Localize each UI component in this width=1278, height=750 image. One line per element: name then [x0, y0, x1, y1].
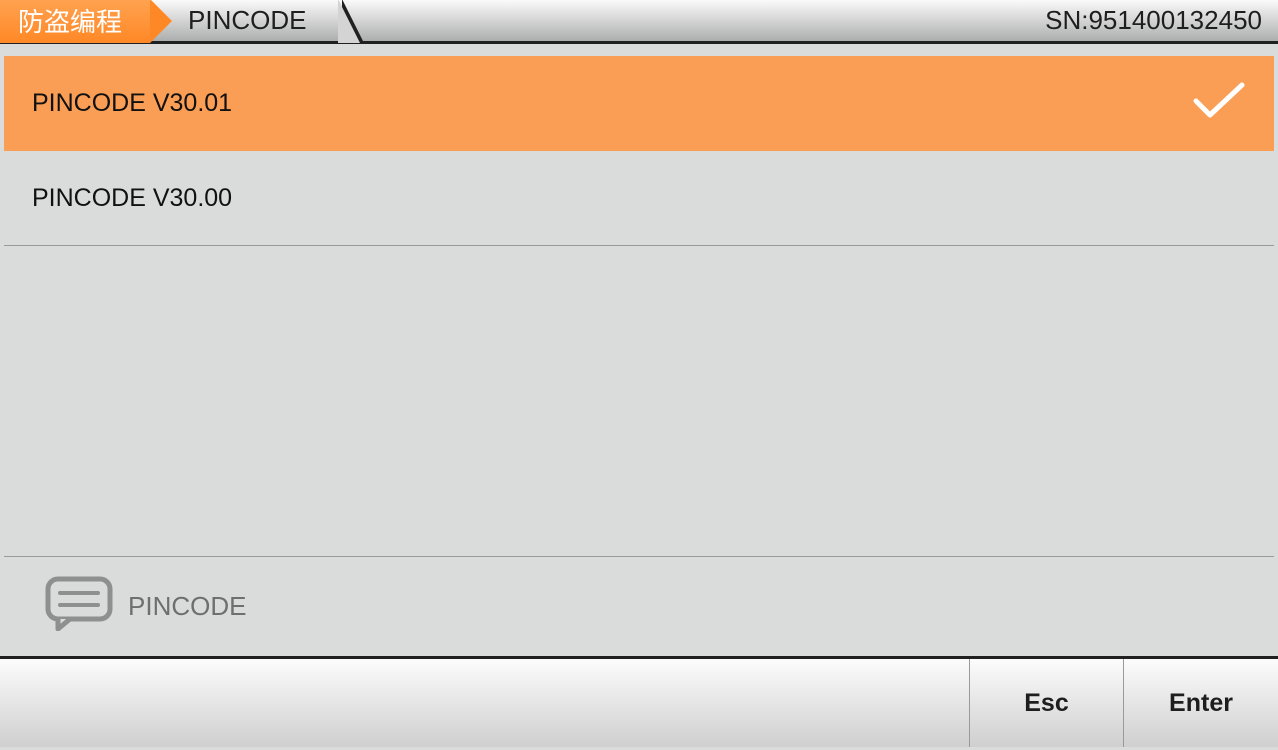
check-icon [1192, 79, 1246, 128]
list-item[interactable]: PINCODE V30.01 [4, 56, 1274, 151]
footer-bar: Esc Enter [0, 656, 1278, 747]
enter-button-label: Enter [1169, 689, 1233, 718]
main-panel: PINCODE V30.01 PINCODE V30.00 PINCODE [0, 44, 1278, 656]
enter-button[interactable]: Enter [1124, 659, 1278, 747]
notes-label: PINCODE [128, 591, 246, 622]
breadcrumb-tab-primary[interactable]: 防盗编程 [0, 0, 150, 43]
esc-button[interactable]: Esc [970, 659, 1124, 747]
list-item-label: PINCODE V30.01 [32, 89, 232, 118]
breadcrumb-tab-secondary[interactable]: PINCODE [150, 0, 342, 43]
footer-spacer [0, 659, 970, 747]
serial-number: SN:951400132450 [1045, 5, 1262, 36]
version-list: PINCODE V30.01 PINCODE V30.00 [4, 56, 1274, 246]
breadcrumb-tab-secondary-label: PINCODE [188, 5, 306, 36]
header-bar: 防盗编程 PINCODE SN:951400132450 [0, 0, 1278, 44]
esc-button-label: Esc [1024, 689, 1068, 718]
breadcrumb-tab-primary-label: 防盗编程 [18, 2, 122, 39]
empty-space [4, 246, 1274, 556]
list-item-label: PINCODE V30.00 [32, 184, 232, 213]
chat-icon [44, 575, 114, 638]
list-item[interactable]: PINCODE V30.00 [4, 151, 1274, 246]
notes-row: PINCODE [4, 556, 1274, 656]
